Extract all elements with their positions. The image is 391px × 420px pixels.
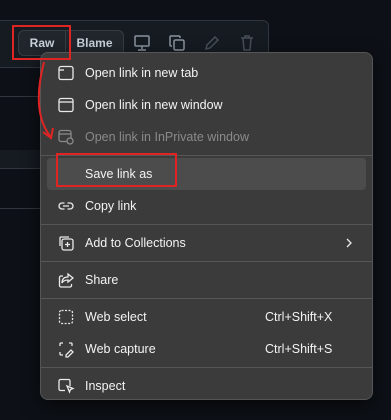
web-select-icon xyxy=(57,308,75,326)
shortcut-label: Ctrl+Shift+X xyxy=(265,310,333,324)
menu-item-label: Open link in new tab xyxy=(85,66,199,80)
context-menu: Open link in new tab Open link in new wi… xyxy=(40,52,373,400)
menu-item-inspect[interactable]: Inspect xyxy=(47,370,366,402)
menu-item-label: Inspect xyxy=(85,379,126,393)
trash-icon[interactable] xyxy=(237,33,257,53)
code-row-bg xyxy=(0,150,40,168)
menu-item-open-inprivate[interactable]: Open link in InPrivate window xyxy=(47,121,366,153)
menu-separator xyxy=(41,367,372,368)
browser-page: Raw Blame Open link in new tab Open link… xyxy=(0,0,391,420)
menu-item-label: Add to Collections xyxy=(85,236,186,250)
shortcut-label: Ctrl+Shift+S xyxy=(265,342,333,356)
new-tab-icon xyxy=(57,64,75,82)
menu-item-label: Save link as xyxy=(85,167,153,181)
inspect-icon xyxy=(57,377,75,395)
menu-item-copy-link[interactable]: Copy link xyxy=(47,190,366,222)
menu-item-web-select[interactable]: Web select Ctrl+Shift+X xyxy=(47,301,366,333)
share-icon xyxy=(57,271,75,289)
divider xyxy=(0,96,40,97)
menu-item-label: Copy link xyxy=(85,199,137,213)
inprivate-window-icon xyxy=(57,128,75,146)
chevron-right-icon xyxy=(342,236,356,250)
menu-separator xyxy=(41,224,372,225)
menu-item-label: Web capture xyxy=(85,342,156,356)
divider xyxy=(0,168,40,169)
pencil-icon[interactable] xyxy=(202,33,222,53)
desktop-icon[interactable] xyxy=(132,33,152,53)
divider xyxy=(0,208,40,209)
menu-item-save-link-as[interactable]: Save link as xyxy=(47,158,366,190)
menu-item-open-new-tab[interactable]: Open link in new tab xyxy=(47,57,366,89)
copy-icon[interactable] xyxy=(167,33,187,53)
menu-separator xyxy=(41,261,372,262)
menu-separator xyxy=(41,155,372,156)
web-capture-icon xyxy=(57,340,75,358)
menu-item-label: Web select xyxy=(85,310,147,324)
menu-item-label: Share xyxy=(85,273,119,287)
menu-item-open-new-window[interactable]: Open link in new window xyxy=(47,89,366,121)
menu-separator xyxy=(41,298,372,299)
menu-item-web-capture[interactable]: Web capture Ctrl+Shift+S xyxy=(47,333,366,365)
link-icon xyxy=(57,197,75,215)
menu-item-label: Open link in InPrivate window xyxy=(85,130,249,144)
collections-icon xyxy=(57,234,75,252)
menu-item-share[interactable]: Share xyxy=(47,264,366,296)
new-window-icon xyxy=(57,96,75,114)
menu-item-label: Open link in new window xyxy=(85,98,223,112)
menu-item-add-to-collections[interactable]: Add to Collections xyxy=(47,227,366,259)
